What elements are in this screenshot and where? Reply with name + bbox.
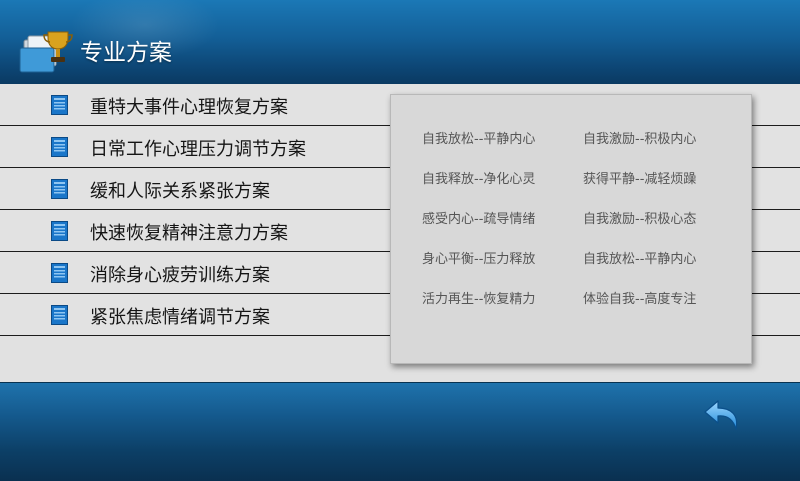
submenu-item[interactable]: 自我激励--积极心态	[583, 208, 696, 227]
plan-label: 日常工作心理压力调节方案	[90, 139, 306, 160]
submenu-item[interactable]: 身心平衡--压力释放	[422, 248, 535, 267]
submenu-panel: 自我放松--平静内心 自我激励--积极内心 自我释放--净化心灵 获得平静--减…	[390, 94, 752, 364]
footer-bar	[0, 382, 800, 481]
document-icon	[51, 221, 68, 241]
submenu-item[interactable]: 感受内心--疏导情绪	[422, 208, 535, 227]
document-icon	[51, 137, 68, 157]
back-arrow-icon[interactable]	[703, 399, 741, 433]
submenu-item[interactable]: 自我激励--积极内心	[583, 128, 696, 147]
document-icon	[51, 305, 68, 325]
submenu-item[interactable]: 获得平静--减轻烦躁	[583, 168, 696, 187]
document-icon	[51, 179, 68, 199]
plan-label: 消除身心疲劳训练方案	[90, 265, 270, 286]
submenu-item[interactable]: 体验自我--高度专注	[583, 288, 696, 307]
submenu-item[interactable]: 自我放松--平静内心	[583, 248, 696, 267]
plan-label: 重特大事件心理恢复方案	[90, 97, 288, 118]
plan-label: 紧张焦虑情绪调节方案	[90, 307, 270, 328]
trophy-folder-icon	[19, 31, 73, 73]
submenu-item[interactable]: 自我放松--平静内心	[422, 128, 535, 147]
plan-label: 缓和人际关系紧张方案	[90, 181, 270, 202]
submenu-item[interactable]: 自我释放--净化心灵	[422, 168, 535, 187]
header-bar: 专业方案	[0, 0, 800, 85]
plan-label: 快速恢复精神注意力方案	[90, 223, 288, 244]
document-icon	[51, 95, 68, 115]
page-title: 专业方案	[80, 40, 172, 66]
submenu-item[interactable]: 活力再生--恢复精力	[422, 288, 535, 307]
document-icon	[51, 263, 68, 283]
